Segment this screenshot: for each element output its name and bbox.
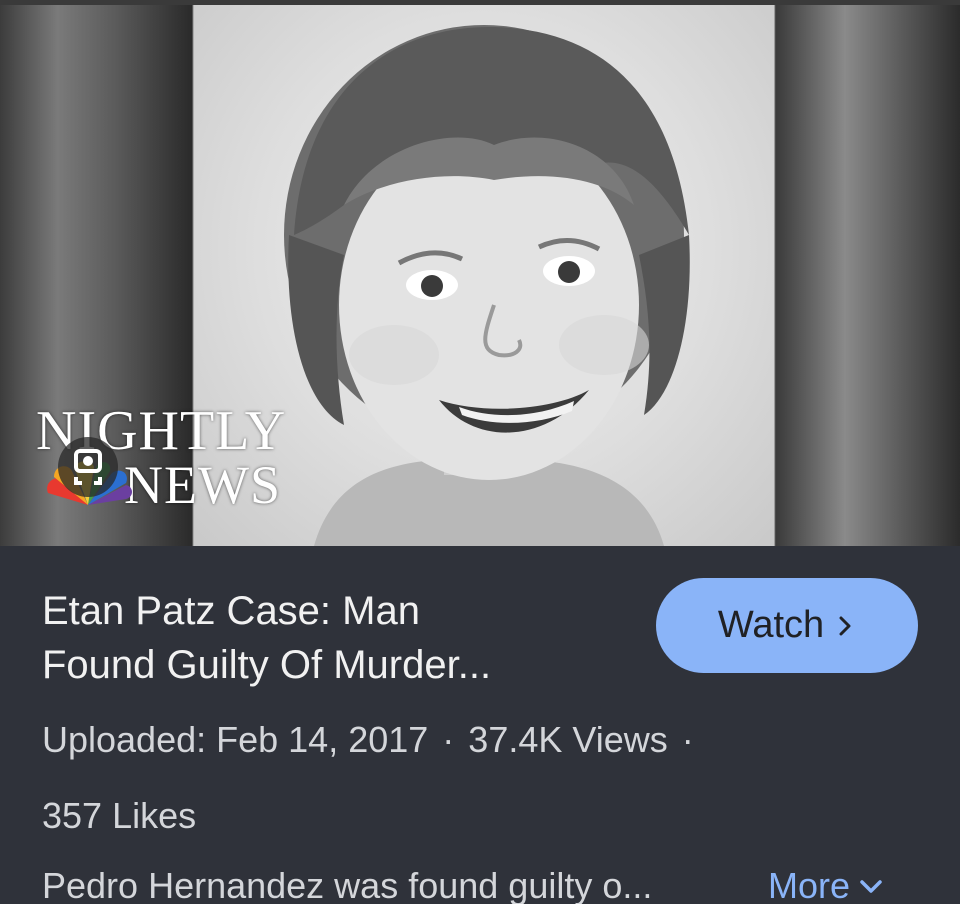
meta-separator: · xyxy=(442,719,455,760)
video-thumbnail[interactable]: NIGHTLY NEWS xyxy=(0,5,960,546)
like-count: 357 Likes xyxy=(42,795,197,836)
nightly-news-logo: NIGHTLY NEWS xyxy=(36,403,336,518)
chevron-down-icon xyxy=(860,880,882,893)
video-title-line2: Found Guilty Of Murder... xyxy=(42,643,492,687)
view-count: 37.4K Views xyxy=(468,719,668,760)
watch-button[interactable]: Watch xyxy=(656,578,918,673)
more-label: More xyxy=(768,865,851,904)
upload-date: Uploaded: Feb 14, 2017 xyxy=(42,719,429,760)
video-title-line1: Etan Patz Case: Man xyxy=(42,589,420,633)
video-title[interactable]: Etan Patz Case: Man Found Guilty Of Murd… xyxy=(42,584,642,692)
watch-label: Watch xyxy=(717,604,825,646)
meta-separator-trailing: · xyxy=(681,719,694,760)
video-result-card: NIGHTLY NEWS Etan Patz Case: Man Found G… xyxy=(0,0,960,904)
video-meta: Uploaded: Feb 14, 2017 · 37.4K Views · xyxy=(42,716,708,764)
more-button[interactable]: More xyxy=(768,862,884,904)
logo-line2: NEWS xyxy=(124,455,281,515)
google-lens-icon[interactable] xyxy=(40,433,136,511)
chevron-right-icon xyxy=(839,616,851,635)
video-description: Pedro Hernandez was found guilty o... xyxy=(42,865,653,904)
